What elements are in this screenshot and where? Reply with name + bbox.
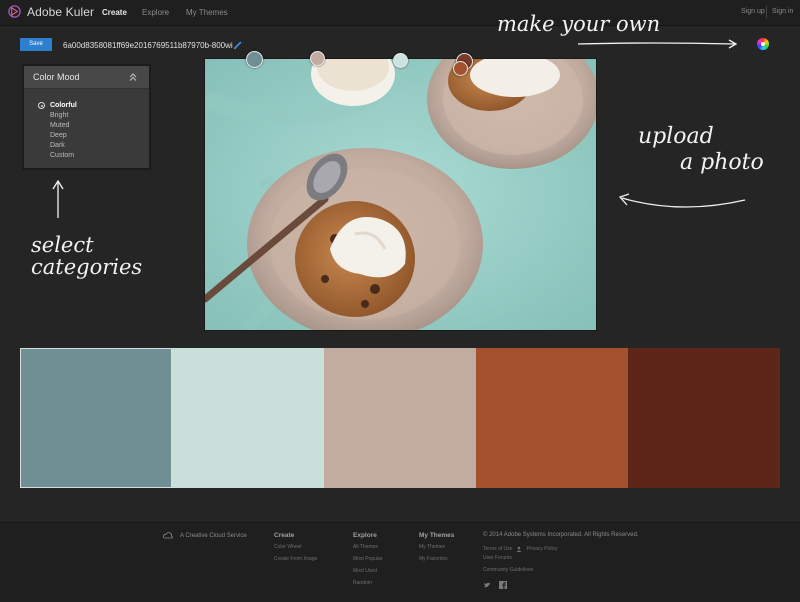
privacy-link[interactable]: Privacy Policy xyxy=(526,546,557,552)
footer-link-my-themes[interactable]: My Themes xyxy=(419,544,454,556)
color-picker-2[interactable] xyxy=(310,51,325,66)
color-wheel-icon[interactable] xyxy=(757,38,769,50)
source-photo[interactable] xyxy=(205,59,596,330)
top-nav-bar: Adobe Kuler Create Explore My Themes Sig… xyxy=(0,0,800,26)
footer-link-color-wheel[interactable]: Color Wheel xyxy=(274,544,317,556)
creative-cloud-badge[interactable]: A Creative Cloud Service xyxy=(163,532,247,539)
site-footer: A Creative Cloud Service Create Color Wh… xyxy=(0,522,800,602)
mood-option-muted[interactable]: Muted xyxy=(50,121,77,131)
color-mood-title: Color Mood xyxy=(33,72,80,82)
copyright-text: © 2014 Adobe Systems Incorporated. All R… xyxy=(483,532,639,538)
footer-link-my-favorites[interactable]: My Favorites xyxy=(419,556,454,568)
swatch-2[interactable] xyxy=(172,348,324,488)
annotation-upload-line2: a photo xyxy=(680,150,764,175)
mood-options-list: Colorful Bright Muted Deep Dark Custom xyxy=(50,101,77,161)
footer-legal-column: © 2014 Adobe Systems Incorporated. All R… xyxy=(483,532,639,589)
save-button[interactable]: Save xyxy=(20,38,52,51)
app-logo[interactable]: Adobe Kuler xyxy=(7,4,94,19)
swatch-strip xyxy=(20,348,780,488)
facebook-icon[interactable] xyxy=(499,581,507,589)
footer-explore-column: Explore All Themes Most Popular Most Use… xyxy=(353,532,382,592)
nav-create[interactable]: Create xyxy=(102,8,127,17)
collapse-chevron-icon[interactable] xyxy=(128,71,138,83)
swatch-4[interactable] xyxy=(476,348,628,488)
sign-in-link[interactable]: Sign in xyxy=(772,8,793,15)
footer-link-create-from-image[interactable]: Create From Image xyxy=(274,556,317,568)
kuler-logo-icon xyxy=(8,5,21,18)
edit-pencil-icon[interactable] xyxy=(233,40,243,50)
annotation-select-line2: categories xyxy=(31,255,143,279)
privacy-icon xyxy=(517,546,522,552)
footer-link-all-themes[interactable]: All Themes xyxy=(353,544,382,556)
theme-name-field[interactable]: 6a00d8358081ff69e2016769511b87970b-800wi xyxy=(63,41,233,50)
creative-cloud-icon xyxy=(163,532,173,539)
mood-radio-selected[interactable] xyxy=(38,102,45,109)
color-mood-header[interactable]: Color Mood xyxy=(24,66,149,89)
footer-legal-links: Terms of Use Privacy Policy xyxy=(483,543,639,555)
nav-my-themes[interactable]: My Themes xyxy=(186,8,228,17)
nav-explore[interactable]: Explore xyxy=(142,8,169,17)
footer-mythemes-title: My Themes xyxy=(419,532,455,539)
footer-explore-title: Explore xyxy=(353,532,377,539)
photo-illustration xyxy=(205,59,596,330)
footer-link-random[interactable]: Random xyxy=(353,580,382,592)
annotation-upload-line1: upload xyxy=(638,124,714,149)
mood-option-deep[interactable]: Deep xyxy=(50,131,77,141)
app-name: Adobe Kuler xyxy=(27,4,95,19)
mood-option-custom[interactable]: Custom xyxy=(50,151,77,161)
color-picker-5[interactable] xyxy=(453,61,468,76)
color-picker-3[interactable] xyxy=(393,53,408,68)
color-picker-1[interactable] xyxy=(246,51,263,68)
mood-option-dark[interactable]: Dark xyxy=(50,141,77,151)
annotation-make-your-own: make your own xyxy=(497,12,661,36)
footer-create-title: Create xyxy=(274,532,295,539)
footer-create-column: Create Color Wheel Create From Image xyxy=(274,532,317,568)
guidelines-link[interactable]: Community Guidelines xyxy=(483,567,639,579)
sign-up-link[interactable]: Sign up xyxy=(741,8,765,15)
forums-link[interactable]: User Forums xyxy=(483,555,639,567)
annotation-select-line1: select xyxy=(31,233,94,257)
auth-divider xyxy=(766,6,767,18)
twitter-icon[interactable] xyxy=(483,581,491,589)
footer-link-most-used[interactable]: Most Used xyxy=(353,568,382,580)
color-mood-panel: Color Mood Colorful Bright Muted Deep Da… xyxy=(22,64,151,170)
footer-link-most-popular[interactable]: Most Popular xyxy=(353,556,382,568)
mood-option-colorful[interactable]: Colorful xyxy=(50,101,77,111)
creative-cloud-text: A Creative Cloud Service xyxy=(180,532,247,539)
mood-option-bright[interactable]: Bright xyxy=(50,111,77,121)
terms-link[interactable]: Terms of Use xyxy=(483,546,512,552)
swatch-3[interactable] xyxy=(324,348,476,488)
swatch-5[interactable] xyxy=(628,348,780,488)
swatch-1[interactable] xyxy=(20,348,172,488)
footer-mythemes-column: My Themes My Themes My Favorites xyxy=(419,532,454,568)
social-links xyxy=(483,581,639,589)
